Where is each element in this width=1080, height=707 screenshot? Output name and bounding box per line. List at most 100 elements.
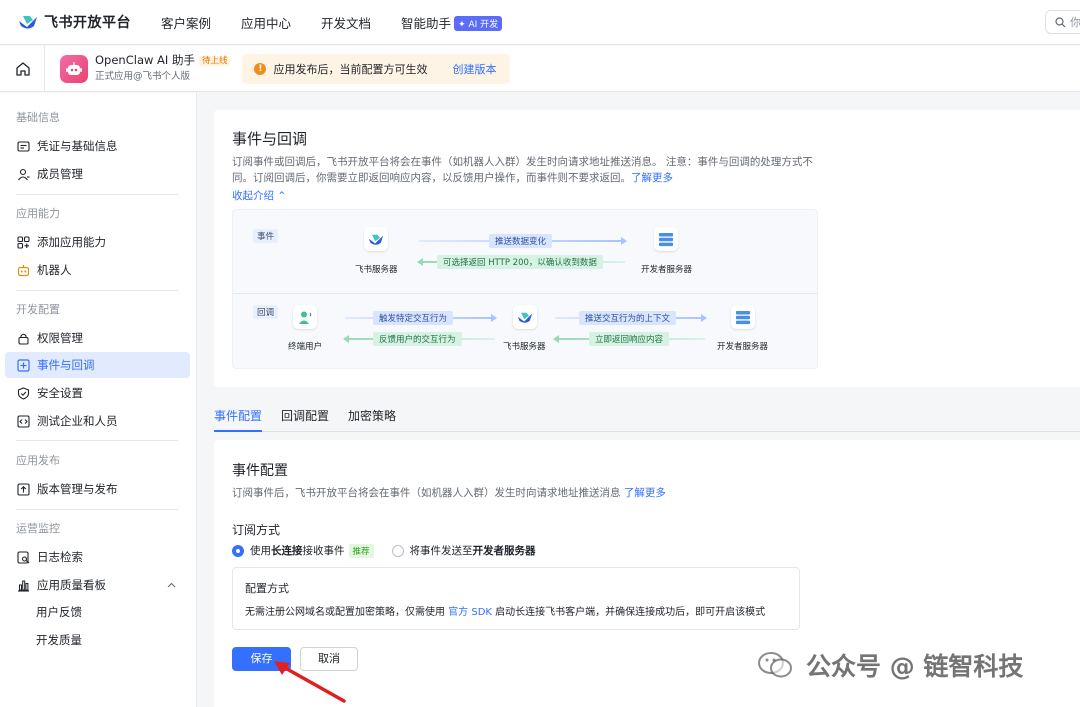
dev-server-label-2: 开发者服务器 xyxy=(717,342,769,352)
sidebar-divider xyxy=(16,194,178,195)
sidebar-item-label: 权限管理 xyxy=(37,331,83,345)
option1-bold: 长连接 xyxy=(271,545,303,557)
nav-dev-docs[interactable]: 开发文档 xyxy=(321,13,371,32)
sidebar-group-dev-config: 开发配置 xyxy=(16,303,60,316)
app-name: OpenClaw AI 助手 xyxy=(95,53,195,67)
tab-event-config[interactable]: 事件配置 xyxy=(214,407,263,432)
app-subtitle: 正式应用@飞书个人版 xyxy=(95,71,191,82)
flow-diagram: 事件 飞书服务器 推送数据变化 可选择返回 HTTP 200，以确认收到数据 开… xyxy=(232,209,818,369)
sidebar-item-label: 凭证与基础信息 xyxy=(37,139,118,153)
bot-icon xyxy=(17,264,30,276)
bar-chart-icon xyxy=(18,580,29,592)
sidebar-item-label: 机器人 xyxy=(37,263,72,277)
tab-encryption[interactable]: 加密策略 xyxy=(348,407,396,432)
event-config-desc: 订阅事件后，飞书开放平台将会在事件（如机器人入群）发生时向请求地址推送消息 xyxy=(232,487,621,499)
feishu-logo-icon xyxy=(19,16,37,29)
collapse-intro-button[interactable]: 收起介绍 ⌃ xyxy=(232,188,286,203)
feishu-server-icon xyxy=(364,227,388,251)
sidebar-item-label: 测试企业和人员 xyxy=(37,414,118,428)
id-card-icon xyxy=(17,140,30,152)
sidebar-item-label: 添加应用能力 xyxy=(37,235,106,249)
radio-long-connection[interactable] xyxy=(232,544,244,557)
config-method-text: 无需注册公网域名或配置加密策略，仅需使用 官方 SDK 启动长连接飞书客户端，并… xyxy=(245,603,765,618)
sidebar-divider xyxy=(16,290,178,291)
sidebar-subitem-dev-quality[interactable]: 开发质量 xyxy=(36,630,82,650)
config-tabs: 事件配置 回调配置 加密策略 xyxy=(214,404,1080,432)
app-avatar xyxy=(60,54,88,83)
sidebar-item-log-search[interactable]: 日志检索 xyxy=(5,544,190,570)
diagram-divider xyxy=(233,293,817,294)
end-user-icon xyxy=(293,305,317,329)
sidebar-item-test-tenants[interactable]: 测试企业和人员 xyxy=(5,408,190,434)
sidebar-item-label: 日志检索 xyxy=(37,550,83,564)
grid-add-icon xyxy=(17,235,30,249)
ai-dev-badge: ✦ AI 开发 xyxy=(454,15,503,31)
nav-customer-cases[interactable]: 客户案例 xyxy=(161,13,211,32)
feishu-server-label: 飞书服务器 xyxy=(355,265,398,275)
sidebar-group-release: 应用发布 xyxy=(16,454,60,467)
logo-text: 飞书开放平台 xyxy=(44,15,131,31)
home-icon[interactable] xyxy=(15,61,31,77)
red-arrow-annotation xyxy=(274,661,346,703)
sidebar-group-basic: 基础信息 xyxy=(16,111,60,124)
subscribe-method-label: 订阅方式 xyxy=(232,523,281,537)
app-info[interactable]: OpenClaw AI 助手 待上线 正式应用@飞书个人版 xyxy=(95,53,231,84)
search-input[interactable]: 你 xyxy=(1045,10,1080,34)
chevron-up-icon[interactable] xyxy=(167,582,176,588)
option1-pre: 使用 xyxy=(250,545,271,557)
tab-callback-config[interactable]: 回调配置 xyxy=(281,407,329,432)
publish-notice: ! 应用发布后，当前配置方可生效 创建版本 xyxy=(242,53,511,84)
sidebar-item-events-callbacks[interactable]: 事件与回调 xyxy=(5,352,190,378)
recommended-badge: 推荐 xyxy=(348,543,374,558)
platform-logo[interactable]: 飞书开放平台 xyxy=(18,12,131,32)
sidebar-subitem-feedback[interactable]: 用户反馈 xyxy=(36,602,82,622)
callback-label: 回调 xyxy=(253,305,279,319)
nav-ai-assistant[interactable]: 智能助手 ✦ AI 开发 xyxy=(401,13,503,32)
sidebar-divider xyxy=(16,440,178,441)
sidebar-group-monitoring: 运营监控 xyxy=(16,522,60,535)
section-title: 事件配置 xyxy=(232,463,288,479)
sidebar: 基础信息 凭证与基础信息 成员管理 应用能力 添加应用能力 机器人 开发配置 权… xyxy=(0,93,197,707)
end-user-label: 终端用户 xyxy=(288,342,323,352)
log-search-icon xyxy=(17,550,30,564)
page-title: 事件与回调 xyxy=(232,130,308,148)
sidebar-item-members[interactable]: 成员管理 xyxy=(5,161,190,187)
notice-text: 应用发布后，当前配置方可生效 xyxy=(273,62,428,76)
create-version-link[interactable]: 创建版本 xyxy=(452,61,496,77)
search-placeholder: 你 xyxy=(1070,16,1080,29)
option1-post: 接收事件 xyxy=(302,545,345,557)
sidebar-item-quality-board[interactable]: 应用质量看板 xyxy=(5,572,190,598)
return-http-label: 可选择返回 HTTP 200，以确认收到数据 xyxy=(437,255,603,269)
feishu-server-label-2: 飞书服务器 xyxy=(503,342,546,352)
user-icon xyxy=(18,168,30,180)
radio-dev-server[interactable] xyxy=(391,544,404,557)
watermark-text: 公众号 @ 链智科技 xyxy=(806,652,1024,681)
learn-more-link[interactable]: 了解更多 xyxy=(631,172,673,184)
option2-pre: 将事件发送至 xyxy=(409,545,473,557)
sidebar-item-add-capability[interactable]: 添加应用能力 xyxy=(5,229,190,255)
sidebar-item-security[interactable]: 安全设置 xyxy=(5,380,190,406)
sidebar-item-label: 安全设置 xyxy=(37,386,83,400)
wechat-icon xyxy=(758,652,792,678)
sidebar-item-label: 成员管理 xyxy=(37,167,83,181)
feedback-label: 反馈用户的交互行为 xyxy=(373,332,462,346)
robot-icon xyxy=(66,61,82,75)
intro-desc-line1: 订阅事件或回调后，飞书开放平台将会在事件（如机器人入群）发生时向请求地址推送消息… xyxy=(232,156,813,168)
dev-server-label: 开发者服务器 xyxy=(641,265,693,275)
sidebar-item-bot[interactable]: 机器人 xyxy=(5,257,190,283)
learn-more-link-2[interactable]: 了解更多 xyxy=(624,487,666,499)
nav-app-center[interactable]: 应用中心 xyxy=(241,13,291,32)
sidebar-item-versions[interactable]: 版本管理与发布 xyxy=(5,476,190,502)
sidebar-item-credentials[interactable]: 凭证与基础信息 xyxy=(5,133,190,159)
trigger-label: 触发特定交互行为 xyxy=(373,311,454,325)
top-navbar: 飞书开放平台 客户案例 应用中心 开发文档 智能助手 ✦ AI 开发 你 xyxy=(0,0,1080,45)
code-icon xyxy=(17,414,30,428)
sidebar-item-permissions[interactable]: 权限管理 xyxy=(5,325,190,351)
divider xyxy=(44,45,45,92)
official-sdk-link[interactable]: 官方 SDK xyxy=(448,607,492,618)
warning-icon: ! xyxy=(254,62,267,75)
dev-server-icon xyxy=(654,227,678,251)
config-method-box: 配置方式 无需注册公网域名或配置加密策略，仅需使用 官方 SDK 启动长连接飞书… xyxy=(232,567,800,630)
upload-icon xyxy=(17,482,30,496)
event-label: 事件 xyxy=(253,229,279,243)
